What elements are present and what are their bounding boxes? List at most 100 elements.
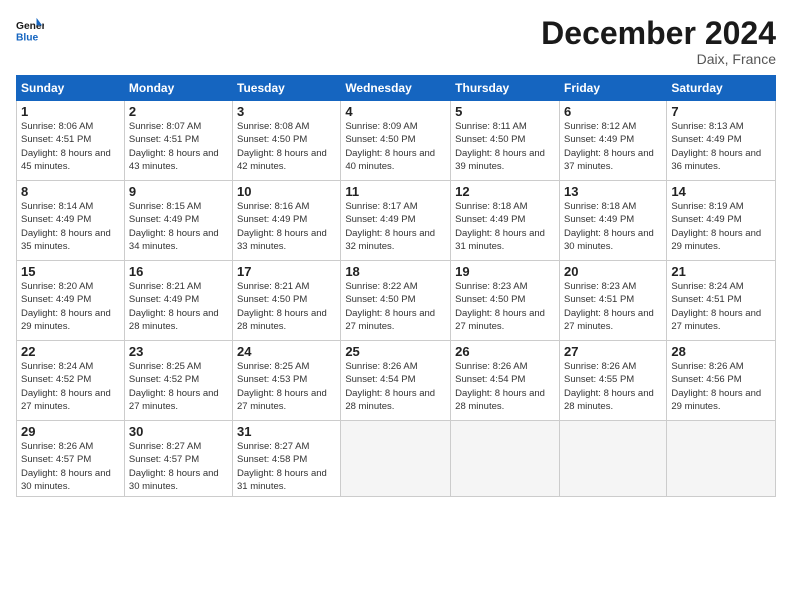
day-header: Saturday xyxy=(667,76,776,101)
day-number: 18 xyxy=(345,264,446,279)
day-info: Sunrise: 8:18 AMSunset: 4:49 PMDaylight:… xyxy=(455,201,545,252)
day-number: 25 xyxy=(345,344,446,359)
day-info: Sunrise: 8:12 AMSunset: 4:49 PMDaylight:… xyxy=(564,121,654,172)
day-number: 3 xyxy=(237,104,336,119)
day-number: 13 xyxy=(564,184,662,199)
day-info: Sunrise: 8:23 AMSunset: 4:50 PMDaylight:… xyxy=(455,281,545,332)
calendar-cell: 28 Sunrise: 8:26 AMSunset: 4:56 PMDaylig… xyxy=(667,341,776,421)
day-info: Sunrise: 8:18 AMSunset: 4:49 PMDaylight:… xyxy=(564,201,654,252)
day-info: Sunrise: 8:24 AMSunset: 4:51 PMDaylight:… xyxy=(671,281,761,332)
day-info: Sunrise: 8:07 AMSunset: 4:51 PMDaylight:… xyxy=(129,121,219,172)
calendar-cell: 2 Sunrise: 8:07 AMSunset: 4:51 PMDayligh… xyxy=(124,101,232,181)
day-number: 15 xyxy=(21,264,120,279)
logo: General Blue xyxy=(16,16,44,44)
day-info: Sunrise: 8:25 AMSunset: 4:53 PMDaylight:… xyxy=(237,361,327,412)
day-info: Sunrise: 8:15 AMSunset: 4:49 PMDaylight:… xyxy=(129,201,219,252)
day-info: Sunrise: 8:26 AMSunset: 4:54 PMDaylight:… xyxy=(345,361,435,412)
calendar-cell: 9 Sunrise: 8:15 AMSunset: 4:49 PMDayligh… xyxy=(124,181,232,261)
day-info: Sunrise: 8:20 AMSunset: 4:49 PMDaylight:… xyxy=(21,281,111,332)
calendar-cell: 4 Sunrise: 8:09 AMSunset: 4:50 PMDayligh… xyxy=(341,101,451,181)
month-title: December 2024 xyxy=(541,16,776,51)
calendar-cell xyxy=(559,421,666,497)
day-number: 5 xyxy=(455,104,555,119)
day-info: Sunrise: 8:25 AMSunset: 4:52 PMDaylight:… xyxy=(129,361,219,412)
day-info: Sunrise: 8:26 AMSunset: 4:55 PMDaylight:… xyxy=(564,361,654,412)
day-number: 6 xyxy=(564,104,662,119)
calendar-cell: 11 Sunrise: 8:17 AMSunset: 4:49 PMDaylig… xyxy=(341,181,451,261)
day-number: 29 xyxy=(21,424,120,439)
day-info: Sunrise: 8:21 AMSunset: 4:50 PMDaylight:… xyxy=(237,281,327,332)
calendar-cell: 21 Sunrise: 8:24 AMSunset: 4:51 PMDaylig… xyxy=(667,261,776,341)
day-info: Sunrise: 8:26 AMSunset: 4:54 PMDaylight:… xyxy=(455,361,545,412)
day-info: Sunrise: 8:27 AMSunset: 4:58 PMDaylight:… xyxy=(237,441,327,492)
calendar-table: SundayMondayTuesdayWednesdayThursdayFrid… xyxy=(16,75,776,497)
calendar-cell: 23 Sunrise: 8:25 AMSunset: 4:52 PMDaylig… xyxy=(124,341,232,421)
day-info: Sunrise: 8:23 AMSunset: 4:51 PMDaylight:… xyxy=(564,281,654,332)
day-number: 4 xyxy=(345,104,446,119)
day-header: Friday xyxy=(559,76,666,101)
day-info: Sunrise: 8:17 AMSunset: 4:49 PMDaylight:… xyxy=(345,201,435,252)
day-number: 31 xyxy=(237,424,336,439)
calendar-cell: 14 Sunrise: 8:19 AMSunset: 4:49 PMDaylig… xyxy=(667,181,776,261)
day-info: Sunrise: 8:13 AMSunset: 4:49 PMDaylight:… xyxy=(671,121,761,172)
page: General Blue December 2024 Daix, France … xyxy=(0,0,792,612)
day-number: 8 xyxy=(21,184,120,199)
day-header: Wednesday xyxy=(341,76,451,101)
day-number: 26 xyxy=(455,344,555,359)
day-number: 20 xyxy=(564,264,662,279)
calendar-cell: 20 Sunrise: 8:23 AMSunset: 4:51 PMDaylig… xyxy=(559,261,666,341)
day-info: Sunrise: 8:19 AMSunset: 4:49 PMDaylight:… xyxy=(671,201,761,252)
day-number: 24 xyxy=(237,344,336,359)
day-number: 19 xyxy=(455,264,555,279)
day-number: 12 xyxy=(455,184,555,199)
day-number: 1 xyxy=(21,104,120,119)
calendar-cell: 6 Sunrise: 8:12 AMSunset: 4:49 PMDayligh… xyxy=(559,101,666,181)
header: General Blue December 2024 Daix, France xyxy=(16,16,776,67)
calendar-cell: 12 Sunrise: 8:18 AMSunset: 4:49 PMDaylig… xyxy=(451,181,560,261)
day-number: 28 xyxy=(671,344,771,359)
calendar-cell: 1 Sunrise: 8:06 AMSunset: 4:51 PMDayligh… xyxy=(17,101,125,181)
day-info: Sunrise: 8:24 AMSunset: 4:52 PMDaylight:… xyxy=(21,361,111,412)
calendar-cell: 8 Sunrise: 8:14 AMSunset: 4:49 PMDayligh… xyxy=(17,181,125,261)
calendar-cell: 29 Sunrise: 8:26 AMSunset: 4:57 PMDaylig… xyxy=(17,421,125,497)
day-info: Sunrise: 8:27 AMSunset: 4:57 PMDaylight:… xyxy=(129,441,219,492)
day-info: Sunrise: 8:06 AMSunset: 4:51 PMDaylight:… xyxy=(21,121,111,172)
day-number: 11 xyxy=(345,184,446,199)
day-number: 16 xyxy=(129,264,228,279)
calendar-cell: 13 Sunrise: 8:18 AMSunset: 4:49 PMDaylig… xyxy=(559,181,666,261)
day-number: 22 xyxy=(21,344,120,359)
calendar-cell: 22 Sunrise: 8:24 AMSunset: 4:52 PMDaylig… xyxy=(17,341,125,421)
day-header: Tuesday xyxy=(233,76,341,101)
day-number: 30 xyxy=(129,424,228,439)
calendar-cell: 3 Sunrise: 8:08 AMSunset: 4:50 PMDayligh… xyxy=(233,101,341,181)
day-info: Sunrise: 8:11 AMSunset: 4:50 PMDaylight:… xyxy=(455,121,545,172)
day-header: Sunday xyxy=(17,76,125,101)
day-info: Sunrise: 8:14 AMSunset: 4:49 PMDaylight:… xyxy=(21,201,111,252)
day-info: Sunrise: 8:16 AMSunset: 4:49 PMDaylight:… xyxy=(237,201,327,252)
calendar-cell: 15 Sunrise: 8:20 AMSunset: 4:49 PMDaylig… xyxy=(17,261,125,341)
calendar-cell xyxy=(341,421,451,497)
day-number: 10 xyxy=(237,184,336,199)
day-info: Sunrise: 8:09 AMSunset: 4:50 PMDaylight:… xyxy=(345,121,435,172)
calendar-cell: 27 Sunrise: 8:26 AMSunset: 4:55 PMDaylig… xyxy=(559,341,666,421)
day-number: 27 xyxy=(564,344,662,359)
calendar-cell: 30 Sunrise: 8:27 AMSunset: 4:57 PMDaylig… xyxy=(124,421,232,497)
day-number: 2 xyxy=(129,104,228,119)
day-number: 14 xyxy=(671,184,771,199)
calendar-cell: 10 Sunrise: 8:16 AMSunset: 4:49 PMDaylig… xyxy=(233,181,341,261)
day-number: 9 xyxy=(129,184,228,199)
calendar-cell xyxy=(451,421,560,497)
day-info: Sunrise: 8:26 AMSunset: 4:57 PMDaylight:… xyxy=(21,441,111,492)
calendar-cell: 5 Sunrise: 8:11 AMSunset: 4:50 PMDayligh… xyxy=(451,101,560,181)
day-number: 17 xyxy=(237,264,336,279)
calendar-cell: 18 Sunrise: 8:22 AMSunset: 4:50 PMDaylig… xyxy=(341,261,451,341)
calendar-cell: 26 Sunrise: 8:26 AMSunset: 4:54 PMDaylig… xyxy=(451,341,560,421)
calendar-cell: 24 Sunrise: 8:25 AMSunset: 4:53 PMDaylig… xyxy=(233,341,341,421)
title-block: December 2024 Daix, France xyxy=(541,16,776,67)
day-info: Sunrise: 8:26 AMSunset: 4:56 PMDaylight:… xyxy=(671,361,761,412)
calendar-cell xyxy=(667,421,776,497)
calendar-cell: 7 Sunrise: 8:13 AMSunset: 4:49 PMDayligh… xyxy=(667,101,776,181)
day-info: Sunrise: 8:21 AMSunset: 4:49 PMDaylight:… xyxy=(129,281,219,332)
logo-icon: General Blue xyxy=(16,16,44,44)
day-number: 21 xyxy=(671,264,771,279)
